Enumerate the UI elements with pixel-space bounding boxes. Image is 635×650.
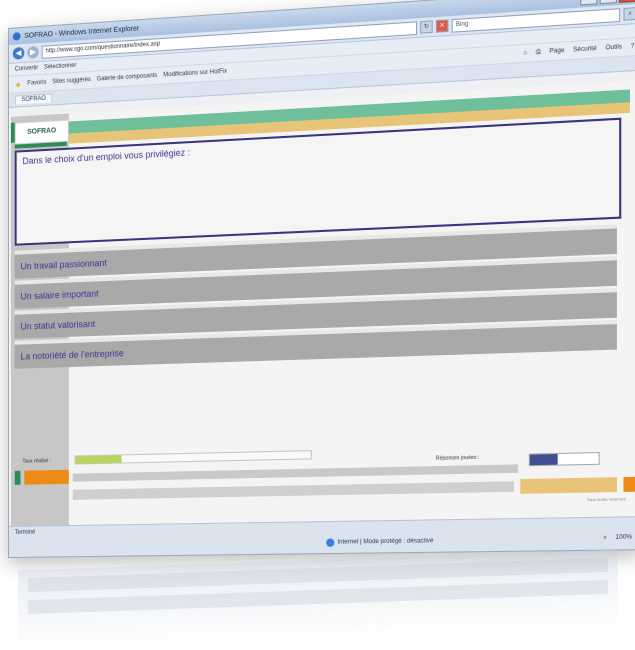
footer-text-bar [72,464,519,482]
zone-text: Internet | Mode protégé : désactivé [337,538,434,546]
footer-green-block [14,470,21,485]
select-menu[interactable]: Sélectionner [44,63,76,71]
footer-area: Taux réalisé : Réponses jouées : Tous dr… [14,436,635,526]
home-icon[interactable]: ⌂ [523,50,527,57]
back-arrow-icon[interactable]: ◀ [12,46,25,60]
footer-orange-block [24,469,69,485]
security-menu[interactable]: Sécurité [573,46,597,54]
refresh-icon[interactable]: ↻ [420,20,433,34]
forward-arrow-icon[interactable]: ▶ [27,45,39,59]
next-button[interactable] [520,477,617,494]
favorites-button[interactable]: Favoris [27,80,46,87]
maximize-button[interactable]: □ [599,0,617,5]
print-icon[interactable]: ⎙ [536,49,541,57]
answers-fill [529,454,558,466]
answers-label: Réponses jouées : [435,454,480,462]
favorite-site[interactable]: Sites suggérés [52,77,91,85]
tab-sofrao[interactable]: SOFRAO [14,93,53,105]
favorite-site[interactable]: Modifications sur HotFix [163,69,227,79]
tools-menu[interactable]: Outils [605,44,622,51]
window-reflection [18,549,618,650]
zoom-control[interactable]: ⌕ 100% [603,534,632,542]
zoom-icon[interactable]: ⌕ [603,535,607,542]
progress-fill [75,455,122,464]
logo: SOFRAO [14,119,69,145]
answers-indicator [528,452,600,467]
stop-icon[interactable]: ✕ [435,19,449,33]
next-arrow-block[interactable] [623,476,635,492]
zoom-level[interactable]: 100% [615,534,632,542]
legal-text: Tous droits réservés [586,496,626,503]
convert-menu[interactable]: Convertir [15,65,38,72]
ie-icon [12,32,21,41]
star-icon: ★ [14,79,22,90]
minimize-button[interactable]: – [580,0,598,6]
page-menu[interactable]: Page [549,48,564,55]
security-zone: Internet | Mode protégé : désactivé [326,537,433,547]
progress-bar [74,450,312,465]
status-done: Terminé [14,529,36,536]
favorite-site[interactable]: Galerie de composants [97,73,158,83]
search-icon[interactable]: ⌕ [623,7,635,21]
page-content: SOFRAO Dans le choix d'un emploi vous pr… [8,80,635,527]
progress-label: Taux réalisé : [22,458,51,465]
globe-icon [326,538,335,547]
screenshot-stage: SOFRAO - Windows Internet Explorer – □ ✕… [0,0,635,650]
close-button[interactable]: ✕ [619,0,635,3]
browser-window: SOFRAO - Windows Internet Explorer – □ ✕… [8,0,635,558]
help-icon[interactable]: ? [631,43,635,50]
footer-gray-bar [72,481,514,500]
favorites-tools: ⌂ ⎙ Page Sécurité Outils ? [523,43,634,57]
